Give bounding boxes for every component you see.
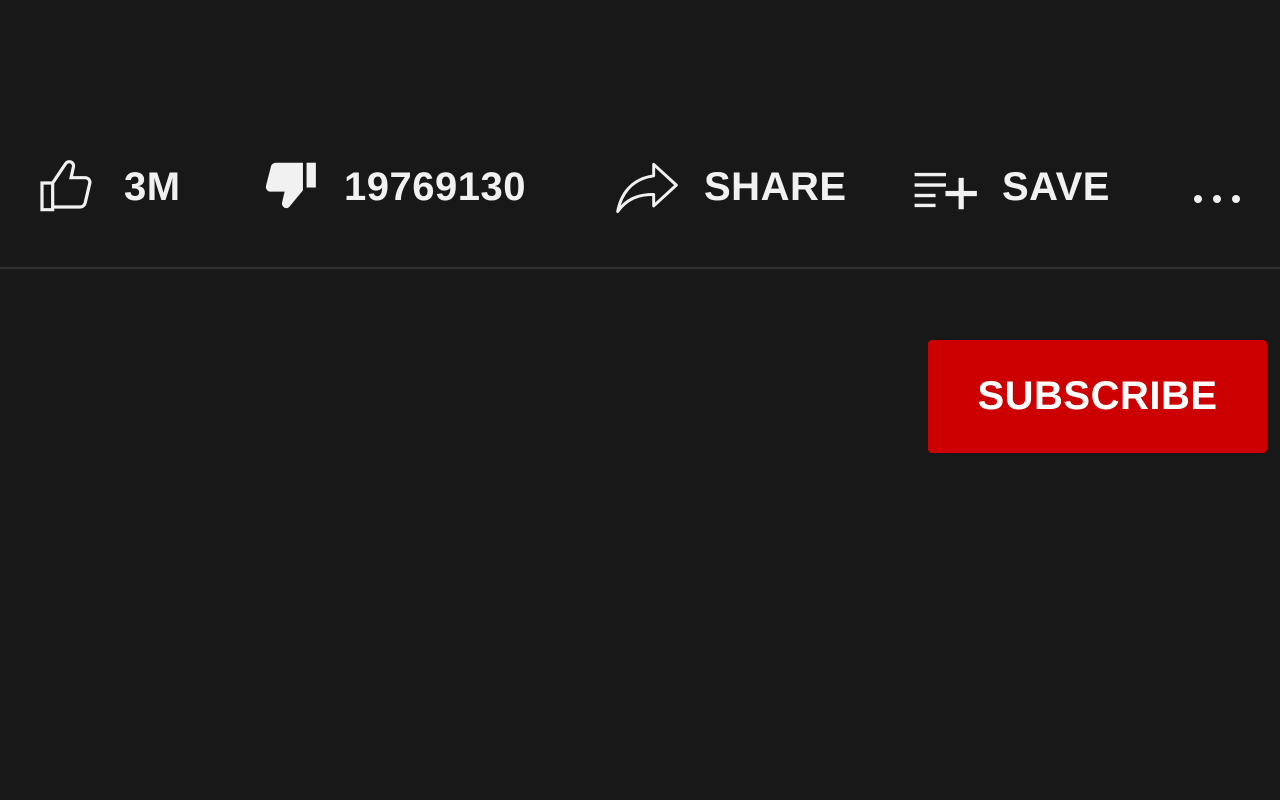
like-button[interactable]: 3M: [38, 150, 181, 224]
subscribe-button[interactable]: SUBSCRIBE: [928, 340, 1267, 453]
save-label: SAVE: [1002, 165, 1110, 209]
dislike-button[interactable]: 19769130: [258, 150, 526, 224]
more-actions-button[interactable]: [1186, 150, 1248, 224]
share-arrow-icon: [612, 155, 682, 219]
thumbs-up-icon: [38, 155, 102, 219]
section-divider: [0, 267, 1280, 269]
video-actions-bar: 3M 19769130 SHARE SAVE: [0, 0, 1280, 268]
save-button[interactable]: SAVE: [912, 150, 1110, 224]
thumbs-down-icon: [258, 155, 320, 219]
more-horizontal-icon: [1186, 155, 1248, 219]
playlist-add-icon: [912, 155, 980, 219]
dislike-count: 19769130: [344, 165, 526, 209]
video-page: 3M 19769130 SHARE SAVE SUBSCRIBE: [0, 0, 1280, 800]
share-label: SHARE: [704, 165, 847, 209]
share-button[interactable]: SHARE: [612, 150, 847, 224]
like-count: 3M: [124, 165, 181, 209]
subscribe-label: SUBSCRIBE: [977, 374, 1218, 418]
